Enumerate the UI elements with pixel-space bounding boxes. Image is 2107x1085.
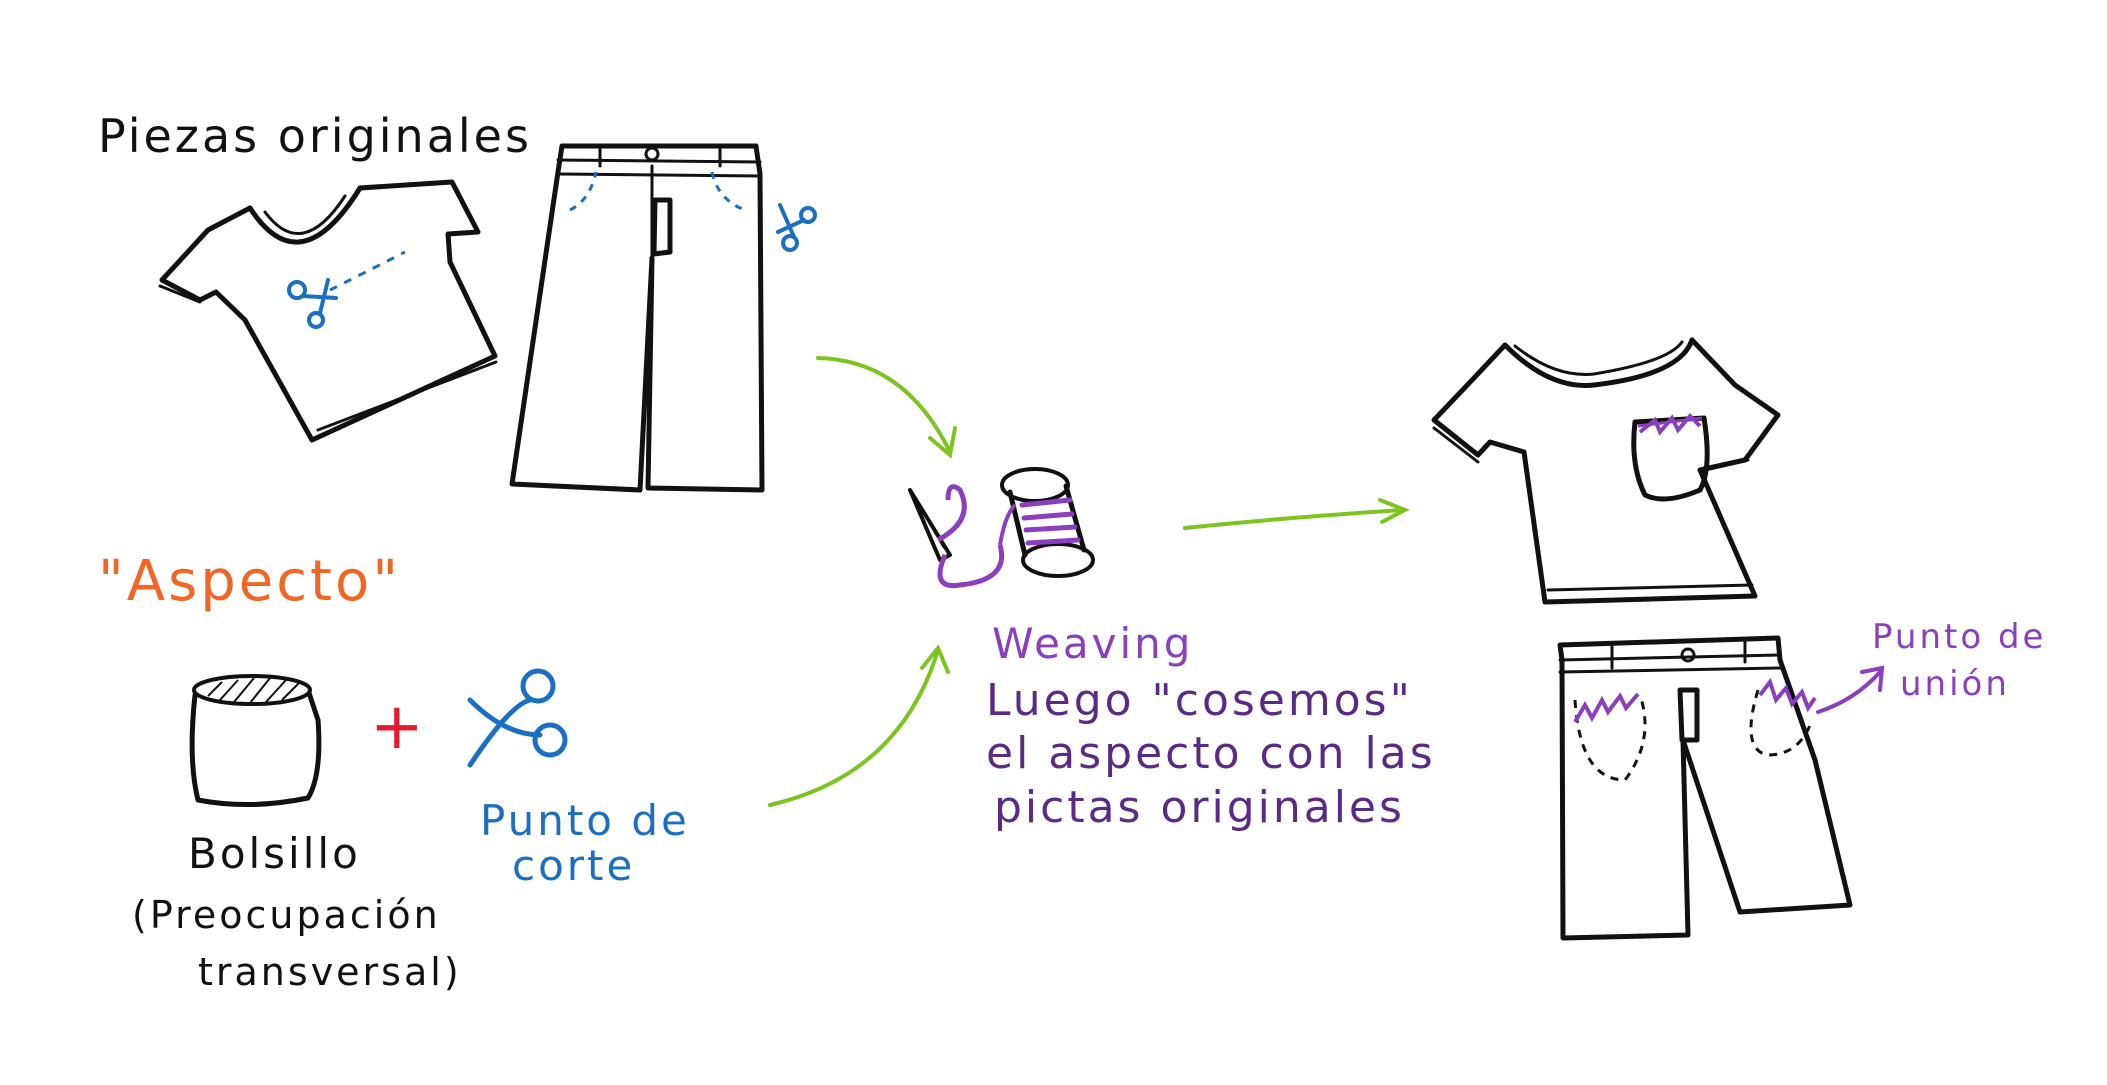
label-bolsillo: Bolsillo <box>188 829 361 878</box>
arrow-to-result <box>1183 498 1410 530</box>
plus-sign: + <box>370 690 424 764</box>
label-preocupacion-2: transversal) <box>198 950 462 994</box>
scissors-icon <box>467 668 568 768</box>
scissors-icon <box>287 278 338 329</box>
label-punto-union-1: Punto de <box>1872 617 2046 657</box>
label-weaving-2: Luego "cosemos" <box>986 675 1413 726</box>
title-piezas-originales: Piezas originales <box>98 109 532 163</box>
result-shorts <box>1557 635 1853 941</box>
arrow-punto-union <box>1816 665 1885 714</box>
result-tshirt <box>1431 337 1781 605</box>
arrow-to-weaving-top <box>816 356 957 459</box>
label-weaving-4: pictas originales <box>994 782 1405 833</box>
scissors-icon <box>776 203 817 252</box>
title-aspecto: "Aspecto" <box>98 549 401 614</box>
original-jeans <box>509 143 765 493</box>
weaving-diagram: Piezas originales "Aspecto" Bolsillo (Pr… <box>98 109 2046 994</box>
original-tshirt <box>158 179 498 443</box>
spool-icon <box>998 467 1095 578</box>
needle-icon <box>908 484 1004 589</box>
arrow-to-weaving-bottom <box>768 644 950 807</box>
label-weaving: Weaving <box>992 619 1193 668</box>
label-punto-corte-1: Punto de <box>480 796 690 845</box>
pocket-icon <box>189 674 322 808</box>
label-punto-union-2: unión <box>1900 664 2010 704</box>
label-preocupacion-1: (Preocupación <box>132 893 441 937</box>
label-punto-corte-2: corte <box>512 841 635 890</box>
label-weaving-3: el aspecto con las <box>986 728 1436 779</box>
